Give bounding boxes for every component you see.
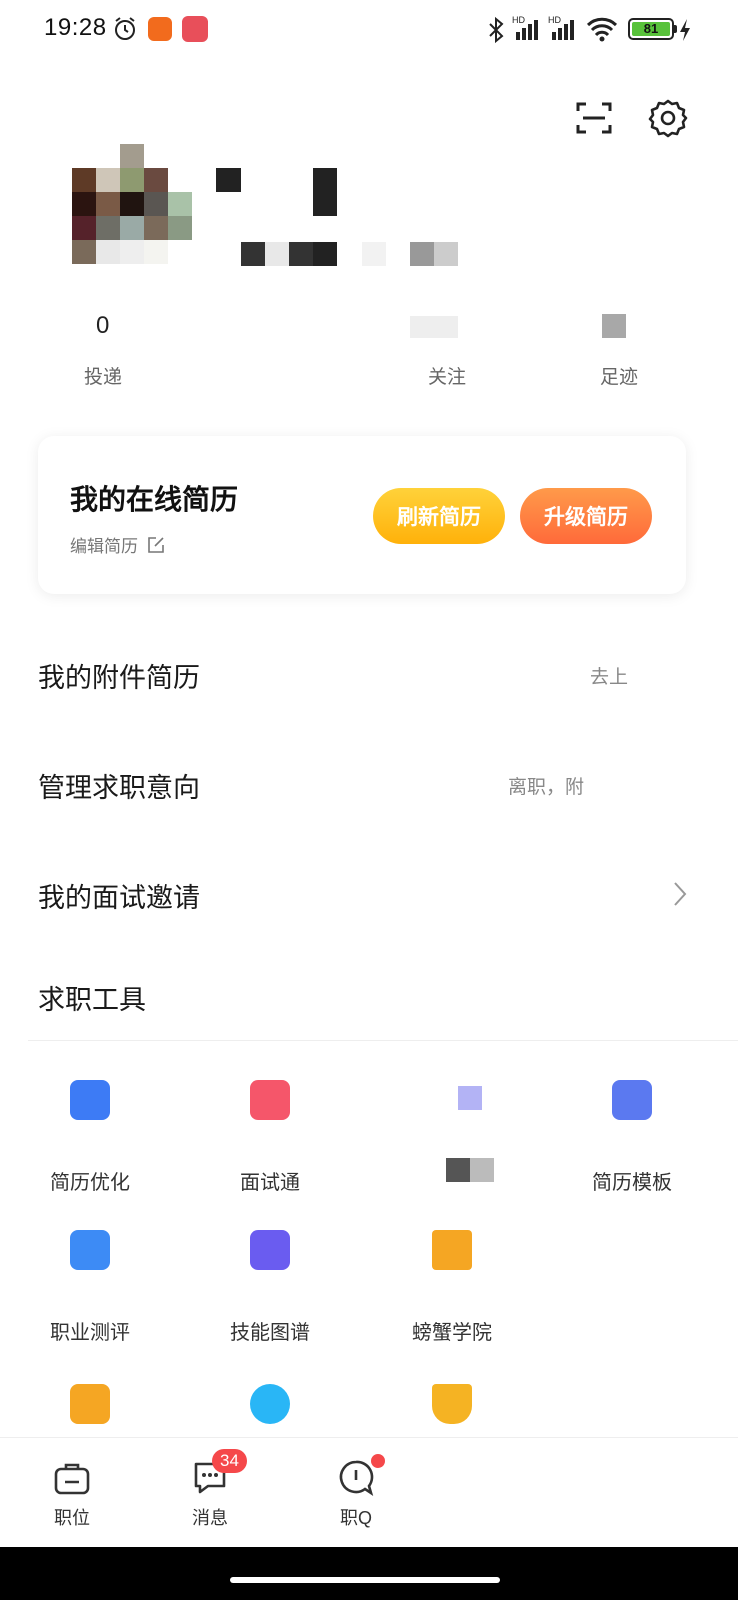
app-notification-icon — [148, 17, 172, 41]
job-intention-row[interactable]: 管理求职意向 离职，附 — [0, 740, 738, 830]
stat-label-footprints[interactable]: 足迹 — [600, 362, 638, 389]
tool-career-assessment[interactable]: 职业测评 — [10, 1230, 170, 1345]
tool-interview[interactable]: 面试通 — [190, 1080, 350, 1195]
stat-value-footprints-redacted — [602, 314, 626, 338]
status-time: 19:28 — [44, 14, 107, 41]
edit-icon — [70, 1080, 110, 1120]
battery-level: 81 — [632, 22, 670, 36]
pie-chart-icon — [250, 1384, 290, 1424]
settings-gear-icon[interactable] — [648, 98, 688, 143]
system-nav-bar — [0, 1547, 738, 1600]
tool-label: 职业测评 — [50, 1322, 130, 1344]
job-tools-title: 求职工具 — [38, 985, 146, 1015]
stat-value-deliveries: 0 — [96, 312, 110, 339]
message-count-badge: 34 — [212, 1449, 247, 1473]
stat-value-follows-redacted — [410, 316, 458, 338]
battery-icon: 81 — [628, 18, 674, 40]
trophy-icon — [432, 1384, 472, 1424]
attachment-resume-row[interactable]: 我的附件简历 去上 — [0, 630, 738, 720]
scan-icon[interactable] — [576, 100, 612, 141]
edit-icon — [147, 536, 165, 559]
wrench-book-icon — [250, 1230, 290, 1270]
chevron-right-icon — [672, 880, 688, 913]
svg-text:HD: HD — [512, 15, 525, 25]
tool-resume-optimize[interactable]: 简历优化 — [10, 1080, 170, 1195]
tool-label: 技能图谱 — [230, 1322, 310, 1344]
tool-label: 简历模板 — [592, 1172, 672, 1194]
interview-invitations-title: 我的面试邀请 — [38, 883, 200, 913]
interview-invitations-row[interactable]: 我的面试邀请 — [0, 850, 738, 940]
upgrade-resume-button[interactable]: 升级简历 — [520, 488, 652, 544]
avatar[interactable] — [72, 144, 194, 266]
app-notification-icon-2 — [182, 16, 208, 42]
job-intention-title: 管理求职意向 — [38, 773, 200, 803]
tool-favorites[interactable] — [10, 1384, 170, 1424]
q-bubble-icon — [336, 1458, 376, 1498]
attachment-resume-title: 我的附件简历 — [38, 663, 200, 693]
svg-text:HD: HD — [548, 15, 561, 25]
charging-icon — [678, 18, 692, 47]
zhiq-unread-dot — [371, 1454, 385, 1468]
tool-achievements[interactable] — [372, 1384, 532, 1424]
bottom-nav: 职位 消息 34 职Q — [0, 1437, 738, 1547]
tool-redacted[interactable] — [390, 1080, 550, 1182]
job-intention-hint: 离职，附 — [508, 777, 585, 798]
tool-crab-academy[interactable]: 螃蟹学院 — [372, 1230, 532, 1345]
tool-icon — [458, 1086, 482, 1110]
cell-signal-icon-2: HD — [548, 14, 578, 47]
nav-messages-label: 消息 — [192, 1508, 228, 1528]
tools-divider — [28, 1040, 738, 1041]
nav-zhiq[interactable]: 职Q — [316, 1458, 396, 1530]
attachment-resume-hint: 去上 — [590, 667, 629, 688]
star-folder-icon — [70, 1384, 110, 1424]
edit-resume-label: 编辑简历 — [70, 537, 138, 556]
wifi-icon — [586, 16, 618, 47]
bluetooth-icon — [486, 16, 506, 49]
nav-zhiq-label: 职Q — [339, 1508, 372, 1528]
battery-tip — [674, 25, 677, 33]
briefcase-icon — [52, 1458, 92, 1498]
tool-label: 简历优化 — [50, 1172, 130, 1194]
refresh-resume-button[interactable]: 刷新简历 — [373, 488, 505, 544]
tool-label-redacted — [446, 1158, 494, 1182]
home-indicator[interactable] — [230, 1577, 500, 1583]
graduation-cap-icon — [432, 1230, 472, 1270]
edit-resume-link[interactable]: 编辑简历 — [70, 532, 165, 559]
tool-label: 螃蟹学院 — [412, 1322, 492, 1344]
stat-label-follows[interactable]: 关注 — [428, 362, 466, 389]
user-name-redacted — [216, 168, 556, 268]
tool-resume-templates[interactable]: 简历模板 — [552, 1080, 712, 1195]
nav-jobs[interactable]: 职位 — [32, 1458, 112, 1530]
nav-jobs-label: 职位 — [54, 1508, 90, 1528]
tool-analytics[interactable] — [190, 1384, 350, 1424]
online-resume-title: 我的在线简历 — [70, 484, 239, 515]
tool-label: 面试通 — [240, 1172, 300, 1194]
online-resume-card[interactable]: 我的在线简历 编辑简历 刷新简历 升级简历 — [38, 436, 686, 594]
book-icon — [250, 1080, 290, 1120]
cell-signal-icon: HD — [512, 14, 542, 47]
tool-skill-map[interactable]: 技能图谱 — [190, 1230, 350, 1345]
stat-label-deliveries[interactable]: 投递 — [84, 362, 122, 389]
bag-icon — [612, 1080, 652, 1120]
monitor-chart-icon — [70, 1230, 110, 1270]
alarm-icon — [112, 16, 138, 47]
